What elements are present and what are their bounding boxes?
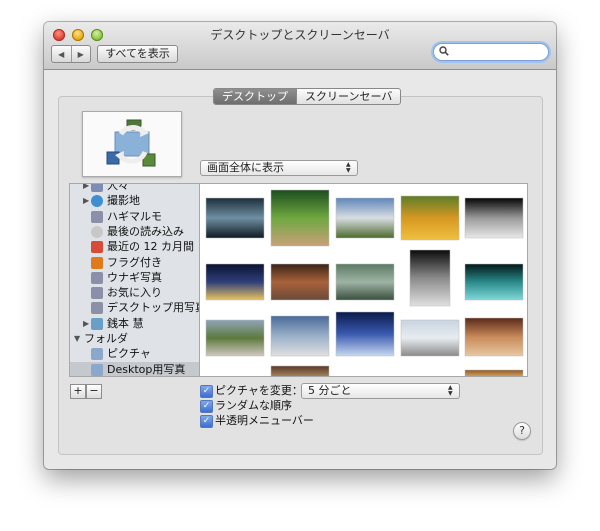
forward-button[interactable]: ▶ (70, 46, 91, 62)
sidebar-item-label: ピクチャ (107, 347, 151, 361)
sidebar-item-label: ハギマルモ (107, 209, 162, 223)
thumbnail-thumb-dancers[interactable] (464, 197, 524, 239)
flag-icon (91, 256, 103, 269)
sidebar-item-label: ウナギ写真 (107, 270, 162, 284)
popup-arrows-icon: ▲▼ (346, 161, 351, 174)
interval-popup[interactable]: 5 分ごと ▲▼ (301, 383, 460, 399)
sidebar-item[interactable]: フラグ付き (70, 255, 199, 271)
disclosure-closed-icon[interactable]: ▶ (83, 316, 89, 332)
faces-icon (91, 184, 103, 192)
translucent-menu-label: 半透明メニューバー (215, 414, 314, 427)
globe-icon (91, 195, 103, 208)
sidebar-item[interactable]: お気に入り (70, 285, 199, 301)
search-field[interactable] (433, 43, 549, 61)
title-bar[interactable]: デスクトップとスクリーンセーバ ◀ ▶ すべてを表示 (44, 22, 556, 70)
album-icon (91, 271, 103, 284)
source-list[interactable]: ▶ 人々 ▶ 撮影地 ハギマルモ 最後の読み込み 最近の 12 カ月間 フラグ付き ウナギ写真お… (69, 183, 200, 377)
popup-arrows-icon: ▲▼ (448, 384, 453, 397)
sidebar-item-label: Desktop用写真 (107, 362, 186, 376)
desktop-preview (82, 111, 182, 177)
sidebar-item[interactable]: デスクトップ用写真 (70, 300, 199, 316)
thumbnail-thumb-seagull[interactable] (400, 319, 460, 357)
event-icon (91, 317, 103, 330)
sidebar-item[interactable]: ピクチャ (70, 346, 199, 362)
show-all-button[interactable]: すべてを表示 (97, 45, 178, 63)
remove-folder-button[interactable]: − (86, 384, 102, 399)
thumbnail-thumb-misty-deer[interactable] (335, 263, 395, 301)
sidebar-item-label: お気に入り (107, 286, 162, 300)
change-picture-label: ピクチャを変更： (215, 384, 303, 397)
calendar-icon (91, 241, 103, 254)
thumbnail-thumb-night-bay[interactable] (205, 263, 265, 301)
disclosure-open-icon[interactable]: ▼ (74, 331, 80, 347)
thumbnail-thumb-chipmunk[interactable] (270, 189, 330, 247)
picture-grid[interactable] (199, 183, 528, 377)
translucent-menu-checkbox[interactable]: ✓ (200, 415, 213, 428)
sidebar-item[interactable]: ▼ フォルダ (70, 331, 199, 347)
sidebar-item-label: 最後の読み込み (107, 224, 184, 238)
thumbnail-thumb-ship-deck[interactable] (270, 315, 330, 357)
search-icon (439, 46, 449, 56)
tab-screensaver[interactable]: スクリーンセーバ (296, 89, 400, 104)
sidebar-item-label: フラグ付き (107, 255, 162, 269)
sidebar-item[interactable]: ▶ 撮影地 (70, 193, 199, 209)
album-icon (91, 287, 103, 300)
folder-icon (91, 363, 103, 376)
thumbnail-thumb-row4-b[interactable] (464, 369, 524, 376)
thumbnail-thumb-dark-sea[interactable] (205, 197, 265, 239)
sidebar-item-label: フォルダ (84, 332, 128, 345)
tab-bar: デスクトップ スクリーンセーバ (213, 88, 402, 105)
picture-grid-canvas (205, 189, 524, 376)
preferences-window: デスクトップとスクリーンセーバ ◀ ▶ すべてを表示 デスクトップ スクリーンセー… (44, 22, 556, 469)
thumbnail-thumb-parrot[interactable] (400, 195, 460, 241)
disclosure-closed-icon[interactable]: ▶ (83, 193, 89, 209)
desktop-preview-icon (106, 119, 156, 167)
sidebar-item-label: 銭本 慧 (107, 316, 144, 330)
thumbnail-thumb-party[interactable] (464, 317, 524, 357)
fit-mode-value: 画面全体に表示 (207, 161, 284, 174)
sidebar-item[interactable]: ウナギ写真 (70, 270, 199, 286)
import-icon (91, 225, 103, 238)
tab-desktop[interactable]: デスクトップ (214, 89, 296, 104)
random-order-checkbox[interactable]: ✓ (200, 400, 213, 413)
interval-value: 5 分ごと (308, 384, 352, 397)
help-button[interactable]: ? (513, 422, 531, 440)
sidebar-item-label: 撮影地 (107, 194, 140, 208)
thumbnail-thumb-jellyfish[interactable] (464, 263, 524, 301)
nav-back-forward: ◀ ▶ (51, 45, 91, 63)
back-button[interactable]: ◀ (52, 46, 71, 62)
window-title: デスクトップとスクリーンセーバ (210, 28, 390, 42)
thumbnail-thumb-group-field[interactable] (205, 319, 265, 357)
sidebar-item[interactable]: 最近の 12 カ月間 (70, 239, 199, 255)
add-folder-button[interactable]: + (70, 384, 86, 399)
thumbnail-thumb-sunset-sea[interactable] (270, 263, 330, 301)
sidebar-item[interactable]: ハギマルモ (70, 209, 199, 225)
sidebar-item-label: デスクトップ用写真 (107, 301, 200, 315)
thumbnail-thumb-landscape-sky[interactable] (335, 197, 395, 239)
album-icon (91, 210, 103, 223)
folder-icon (91, 348, 103, 361)
fit-mode-popup[interactable]: 画面全体に表示 ▲▼ (200, 160, 358, 176)
sidebar-item[interactable]: ▶ 銭本 慧 (70, 316, 199, 332)
thumbnail-thumb-diatom[interactable] (335, 311, 395, 357)
change-picture-checkbox[interactable]: ✓ (200, 385, 213, 398)
album-icon (91, 302, 103, 315)
random-order-label: ランダムな順序 (215, 399, 292, 412)
thumbnail-thumb-waterfall[interactable] (409, 249, 451, 307)
sidebar-item-label: 最近の 12 カ月間 (107, 240, 194, 254)
thumbnail-thumb-row4-a[interactable] (270, 365, 330, 376)
sidebar-item[interactable]: 最後の読み込み (70, 224, 199, 240)
sidebar-item[interactable]: Desktop用写真 (70, 361, 199, 376)
search-input[interactable] (451, 45, 541, 59)
